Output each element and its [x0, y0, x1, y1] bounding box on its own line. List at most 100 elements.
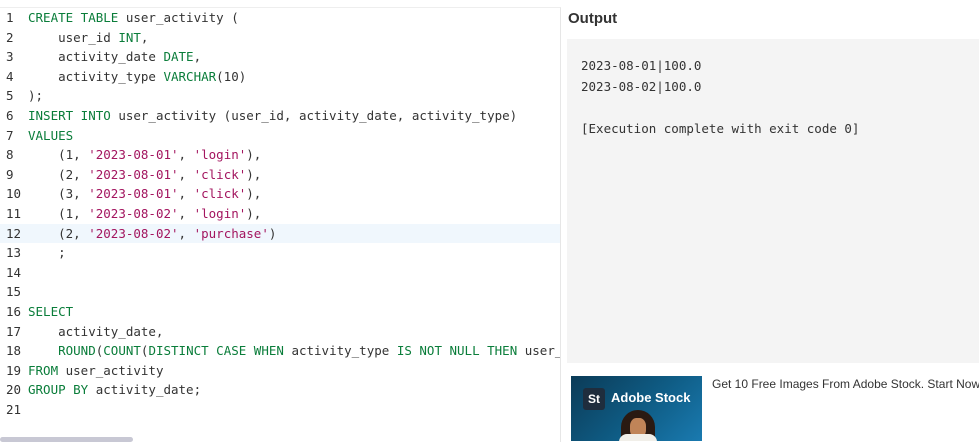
- code-line[interactable]: 4 activity_type VARCHAR(10): [0, 67, 560, 87]
- code-line[interactable]: 5);: [0, 86, 560, 106]
- code-line[interactable]: 17 activity_date,: [0, 322, 560, 342]
- code-text: activity_date DATE,: [28, 47, 201, 67]
- sql-text: activity_date,: [28, 323, 164, 339]
- sql-text: activity_date;: [88, 382, 202, 398]
- output-title: Output: [568, 10, 618, 27]
- code-text: ;: [28, 243, 66, 263]
- horizontal-scrollbar[interactable]: [0, 437, 133, 442]
- sql-keyword: INT: [118, 29, 141, 45]
- sql-text: user_activity: [58, 362, 164, 378]
- code-text: SELECT: [28, 302, 73, 322]
- ad-image[interactable]: St Adobe Stock: [571, 376, 702, 441]
- sql-string: '2023-08-02': [88, 205, 179, 221]
- code-text: FROM user_activity: [28, 361, 163, 381]
- line-number: 4: [6, 68, 14, 84]
- code-line[interactable]: 20 GROUP BY activity_date;: [0, 380, 560, 400]
- ad-brand: Adobe Stock: [611, 390, 691, 405]
- line-number: 6: [6, 107, 14, 123]
- sql-text: ,: [178, 166, 194, 182]
- sql-string: 'login': [193, 147, 247, 163]
- line-number: 3: [6, 49, 14, 65]
- sql-text: );: [28, 88, 44, 104]
- sql-keyword: COUNT: [103, 343, 141, 359]
- sql-text: user_id: [524, 343, 561, 359]
- code-text: activity_date,: [28, 322, 163, 342]
- code-line[interactable]: 7 VALUES: [0, 126, 560, 146]
- sql-text: activity_date: [28, 49, 164, 65]
- sql-keyword: DATE: [163, 49, 194, 65]
- sql-text: ),: [246, 186, 262, 202]
- sql-keyword: IS NOT NULL THEN: [396, 343, 518, 359]
- line-number: 12: [6, 225, 22, 241]
- output-text: 2023-08-01|100.0 2023-08-02|100.0 [Execu…: [581, 58, 860, 136]
- line-number: 16: [6, 303, 22, 319]
- output-panel: 2023-08-01|100.0 2023-08-02|100.0 [Execu…: [567, 39, 979, 363]
- line-number: 18: [6, 343, 22, 359]
- code-line[interactable]: 1 CREATE TABLE user_activity (: [0, 8, 560, 28]
- code-text: (3, '2023-08-01', 'click'),: [28, 184, 261, 204]
- code-text: VALUES: [28, 126, 73, 146]
- code-line[interactable]: 13 ;: [0, 243, 560, 263]
- code-line[interactable]: 16 SELECT: [0, 302, 560, 322]
- sql-text: activity_type: [283, 343, 397, 359]
- code-editor[interactable]: 1 CREATE TABLE user_activity (2 user_id I…: [0, 7, 561, 442]
- sql-keyword: VARCHAR: [163, 68, 217, 84]
- sql-string: '2023-08-02': [88, 225, 179, 241]
- ad-text[interactable]: Get 10 Free Images From Adobe Stock. Sta…: [712, 377, 979, 391]
- sql-text: ),: [246, 205, 262, 221]
- code-text: CREATE TABLE user_activity (: [28, 8, 239, 28]
- sql-text: user_id: [28, 29, 119, 45]
- code-line[interactable]: 2 user_id INT,: [0, 28, 560, 48]
- sql-text: (2,: [28, 225, 89, 241]
- code-line[interactable]: 18 ROUND(COUNT(DISTINCT CASE WHEN activi…: [0, 341, 560, 361]
- line-number: 8: [6, 147, 14, 163]
- sql-string: 'login': [193, 205, 247, 221]
- sql-string: 'purchase': [193, 225, 269, 241]
- sql-text: activity_type: [28, 68, 164, 84]
- code-line[interactable]: 8 (1, '2023-08-01', 'login'),: [0, 145, 560, 165]
- line-number: 7: [6, 127, 14, 143]
- code-text: (2, '2023-08-02', 'purchase'): [28, 224, 276, 244]
- code-text: activity_type VARCHAR(10): [28, 67, 246, 87]
- line-number: 20: [6, 382, 22, 398]
- sql-keyword: GROUP BY: [28, 382, 89, 398]
- sql-keyword: FROM: [28, 362, 59, 378]
- sql-text: (2,: [28, 166, 89, 182]
- code-line[interactable]: 6 INSERT INTO user_activity (user_id, act…: [0, 106, 560, 126]
- code-line[interactable]: 9 (2, '2023-08-01', 'click'),: [0, 165, 560, 185]
- line-number: 5: [6, 88, 14, 104]
- code-line[interactable]: 21: [0, 400, 560, 420]
- code-text: (1, '2023-08-01', 'login'),: [28, 145, 261, 165]
- code-line[interactable]: 3 activity_date DATE,: [0, 47, 560, 67]
- sql-text: ,: [140, 29, 149, 45]
- code-line[interactable]: 10 (3, '2023-08-01', 'click'),: [0, 184, 560, 204]
- sql-text: ): [268, 225, 277, 241]
- line-number: 13: [6, 245, 22, 261]
- code-lines[interactable]: 1 CREATE TABLE user_activity (2 user_id I…: [0, 8, 560, 419]
- adobe-stock-logo-icon: St: [583, 388, 605, 410]
- sql-keyword: VALUES: [28, 127, 74, 143]
- sql-string: 'click': [193, 186, 247, 202]
- line-number: 10: [6, 186, 22, 202]
- sql-text: user_activity (user_id, activity_date, a…: [110, 107, 518, 123]
- code-text: (2, '2023-08-01', 'click'),: [28, 165, 261, 185]
- code-line[interactable]: 15: [0, 282, 560, 302]
- line-number: 2: [6, 29, 14, 45]
- advertisement[interactable]: St Adobe Stock Get 10 Free Images From A…: [567, 373, 979, 441]
- sql-keyword: DISTINCT CASE WHEN: [148, 343, 284, 359]
- code-text: );: [28, 86, 43, 106]
- code-line[interactable]: 19 FROM user_activity: [0, 361, 560, 381]
- sql-text: ,: [178, 225, 194, 241]
- sql-text: ),: [246, 166, 262, 182]
- sql-text: user_activity (: [118, 10, 239, 25]
- code-text: user_id INT,: [28, 28, 148, 48]
- sql-text: (1,: [28, 205, 89, 221]
- sql-text: ,: [193, 49, 202, 65]
- code-line[interactable]: 12 (2, '2023-08-02', 'purchase'): [0, 223, 560, 244]
- code-line[interactable]: 14: [0, 263, 560, 283]
- sql-text: (3,: [28, 186, 89, 202]
- code-text: (1, '2023-08-02', 'login'),: [28, 204, 261, 224]
- code-line[interactable]: 11 (1, '2023-08-02', 'login'),: [0, 204, 560, 224]
- sql-text: ;: [28, 245, 66, 261]
